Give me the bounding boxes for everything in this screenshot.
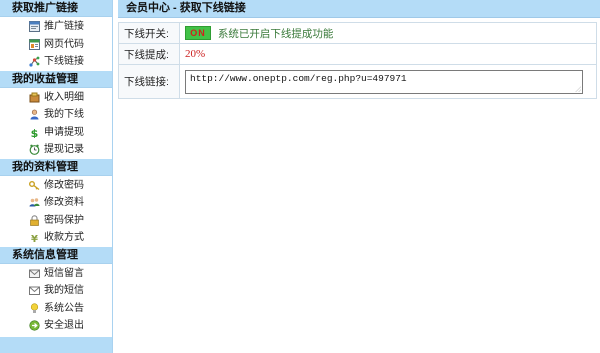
svg-text:¥: ¥	[31, 234, 38, 243]
sidebar-item-label: 收款方式	[44, 232, 84, 243]
page-title: 会员中心 - 获取下线链接	[118, 0, 600, 18]
sidebar-item-label: 收入明细	[44, 91, 84, 103]
sidebar-item-label: 我的下线	[44, 109, 84, 120]
sidebar-item-password-protection[interactable]: 密码保护	[0, 212, 112, 230]
sidebar-section-earnings: 我的收益管理 收入明细 我的下线 $ 申请提现 提现记录	[0, 70, 112, 159]
lightbulb-icon	[29, 302, 40, 314]
link-label: 下线链接:	[118, 64, 180, 99]
sidebar-item-withdraw-records[interactable]: 提现记录	[0, 141, 112, 159]
window-icon	[29, 21, 40, 32]
sidebar-section-title: 我的收益管理	[0, 70, 112, 88]
downline-link-textarea[interactable]: http://www.oneptp.com/reg.php?u=497971	[185, 69, 583, 94]
resize-grip-icon[interactable]	[575, 85, 581, 92]
downline-link-form: 下线开关: ON 系统已开启下线提成功能 下线提成: 20% 下线链接: htt…	[118, 22, 597, 99]
downline-link-text: http://www.oneptp.com/reg.php?u=497971	[190, 72, 407, 84]
switch-row: 下线开关: ON 系统已开启下线提成功能	[118, 22, 597, 44]
sidebar-section-promo: 获取推广链接 推广链接 网页代码 下线链接	[0, 0, 112, 71]
sidebar-item-my-downline[interactable]: 我的下线	[0, 106, 112, 124]
sidebar-section-title: 我的资料管理	[0, 158, 112, 176]
sidebar-item-label: 网页代码	[44, 38, 84, 50]
commission-value: 20%	[185, 48, 206, 60]
sidebar-item-label: 我的短信	[44, 285, 84, 296]
sidebar-item-promo-link[interactable]: 推广链接	[0, 18, 112, 36]
sidebar-item-web-code[interactable]: 网页代码	[0, 36, 112, 54]
money-box-icon	[29, 92, 40, 103]
envelope-icon	[29, 268, 40, 279]
user-icon	[29, 109, 40, 120]
sidebar-item-downline-link[interactable]: 下线链接	[0, 53, 112, 71]
sidebar-item-label: 系统公告	[44, 302, 84, 314]
sidebar-item-payment-method[interactable]: ¥ 收款方式	[0, 229, 112, 247]
key-icon	[29, 180, 40, 191]
commission-label: 下线提成:	[118, 43, 180, 65]
switch-status-text: 系统已开启下线提成功能	[217, 27, 334, 40]
sidebar-item-label: 修改资料	[44, 197, 84, 208]
sidebar-section-profile: 我的资料管理 修改密码 修改资料 密码保护 ¥ 收款方式	[0, 158, 112, 247]
commission-value-cell: 20%	[179, 43, 597, 65]
webpage-icon	[29, 38, 40, 50]
sidebar-item-label: 安全退出	[44, 320, 84, 331]
sidebar-item-label: 下线链接	[44, 56, 84, 67]
link-row: 下线链接: http://www.oneptp.com/reg.php?u=49…	[118, 64, 597, 99]
sidebar-section-system: 系统信息管理 短信留言 我的短信 系统公告 安全退出	[0, 246, 112, 335]
sidebar-item-my-messages[interactable]: 我的短信	[0, 282, 112, 300]
dollar-icon: $	[29, 127, 40, 140]
sidebar-item-announcements[interactable]: 系统公告	[0, 300, 112, 318]
sidebar-item-label: 申请提现	[44, 126, 84, 138]
network-icon	[29, 56, 40, 67]
sidebar-item-label: 推广链接	[44, 21, 84, 32]
exit-icon	[29, 320, 40, 331]
sidebar-item-edit-profile[interactable]: 修改资料	[0, 194, 112, 212]
clock-icon	[29, 144, 40, 155]
sidebar: 获取推广链接 推广链接 网页代码 下线链接 我的收益管理 收入明细 我的下线 $…	[0, 0, 113, 353]
sidebar-item-label: 提现记录	[44, 144, 84, 155]
main-content: 会员中心 - 获取下线链接 下线开关: ON 系统已开启下线提成功能 下线提成:…	[118, 0, 600, 353]
sidebar-item-label: 短信留言	[44, 267, 84, 279]
sidebar-item-change-password[interactable]: 修改密码	[0, 177, 112, 195]
lock-icon	[29, 214, 40, 226]
mail-icon	[29, 285, 40, 296]
commission-row: 下线提成: 20%	[118, 43, 597, 65]
sidebar-footer-bar	[0, 337, 112, 353]
sidebar-item-logout[interactable]: 安全退出	[0, 317, 112, 335]
switch-label: 下线开关:	[118, 22, 180, 44]
users-icon	[29, 197, 40, 208]
sidebar-item-withdraw-request[interactable]: $ 申请提现	[0, 124, 112, 142]
svg-text:$: $	[31, 127, 39, 138]
sidebar-item-messages[interactable]: 短信留言	[0, 265, 112, 283]
sidebar-section-title: 系统信息管理	[0, 246, 112, 264]
yen-icon: ¥	[29, 232, 40, 245]
sidebar-section-title: 获取推广链接	[0, 0, 112, 17]
sidebar-item-label: 修改密码	[44, 179, 84, 191]
link-value-cell: http://www.oneptp.com/reg.php?u=497971	[179, 64, 597, 99]
switch-value-cell: ON 系统已开启下线提成功能	[179, 22, 597, 44]
sidebar-item-label: 密码保护	[44, 214, 84, 226]
on-switch-badge[interactable]: ON	[185, 26, 211, 40]
sidebar-item-income-detail[interactable]: 收入明细	[0, 89, 112, 107]
